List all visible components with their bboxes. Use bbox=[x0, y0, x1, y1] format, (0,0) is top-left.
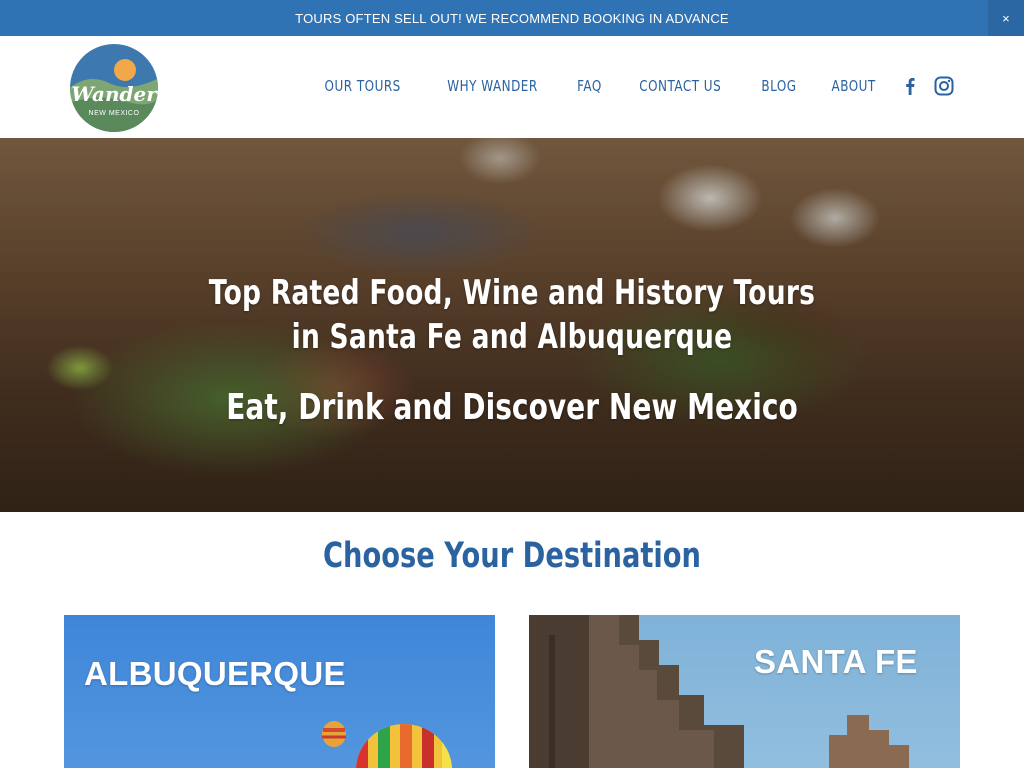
adobe-building-image bbox=[529, 615, 909, 768]
facebook-icon[interactable] bbox=[900, 76, 920, 96]
close-icon: × bbox=[1002, 10, 1010, 26]
nav-contact-us[interactable]: CONTACT US bbox=[640, 77, 722, 95]
wander-logo[interactable]: Wander NEW MEXICO bbox=[69, 43, 159, 133]
logo-badge: Wander NEW MEXICO bbox=[70, 44, 158, 132]
social-links bbox=[900, 76, 954, 96]
instagram-icon[interactable] bbox=[934, 76, 954, 96]
nav-about[interactable]: ABOUT bbox=[831, 77, 875, 95]
destination-card-albuquerque[interactable]: ALBUQUERQUE bbox=[64, 615, 495, 768]
hero-banner: Top Rated Food, Wine and History Tours i… bbox=[0, 138, 1024, 512]
nav-why-wander[interactable]: WHY WANDER bbox=[447, 77, 537, 95]
announcement-text: TOURS OFTEN SELL OUT! WE RECOMMEND BOOKI… bbox=[295, 10, 729, 26]
site-header: Wander NEW MEXICO OUR TOURS WHY WANDER F… bbox=[0, 36, 1024, 138]
logo-wordmark: Wander bbox=[71, 82, 158, 106]
card-label-albuquerque: ALBUQUERQUE bbox=[84, 655, 346, 692]
close-announcement-button[interactable]: × bbox=[988, 0, 1024, 36]
hero-title: Top Rated Food, Wine and History Tours i… bbox=[208, 273, 816, 357]
destination-card-santa-fe[interactable]: SANTA FE bbox=[529, 615, 960, 768]
nav-faq[interactable]: FAQ bbox=[577, 77, 602, 95]
nav-our-tours[interactable]: OUR TOURS bbox=[325, 77, 401, 95]
destinations-heading: Choose Your Destination bbox=[323, 536, 701, 576]
main-nav: OUR TOURS WHY WANDER FAQ CONTACT US BLOG… bbox=[315, 75, 881, 97]
card-label-santa-fe: SANTA FE bbox=[754, 643, 918, 680]
announcement-bar: TOURS OFTEN SELL OUT! WE RECOMMEND BOOKI… bbox=[0, 0, 1024, 36]
hero-subtitle: Eat, Drink and Discover New Mexico bbox=[226, 387, 798, 428]
nav-blog[interactable]: BLOG bbox=[761, 77, 796, 95]
hot-air-balloon-image bbox=[356, 724, 452, 768]
logo-tagline: NEW MEXICO bbox=[89, 110, 140, 117]
